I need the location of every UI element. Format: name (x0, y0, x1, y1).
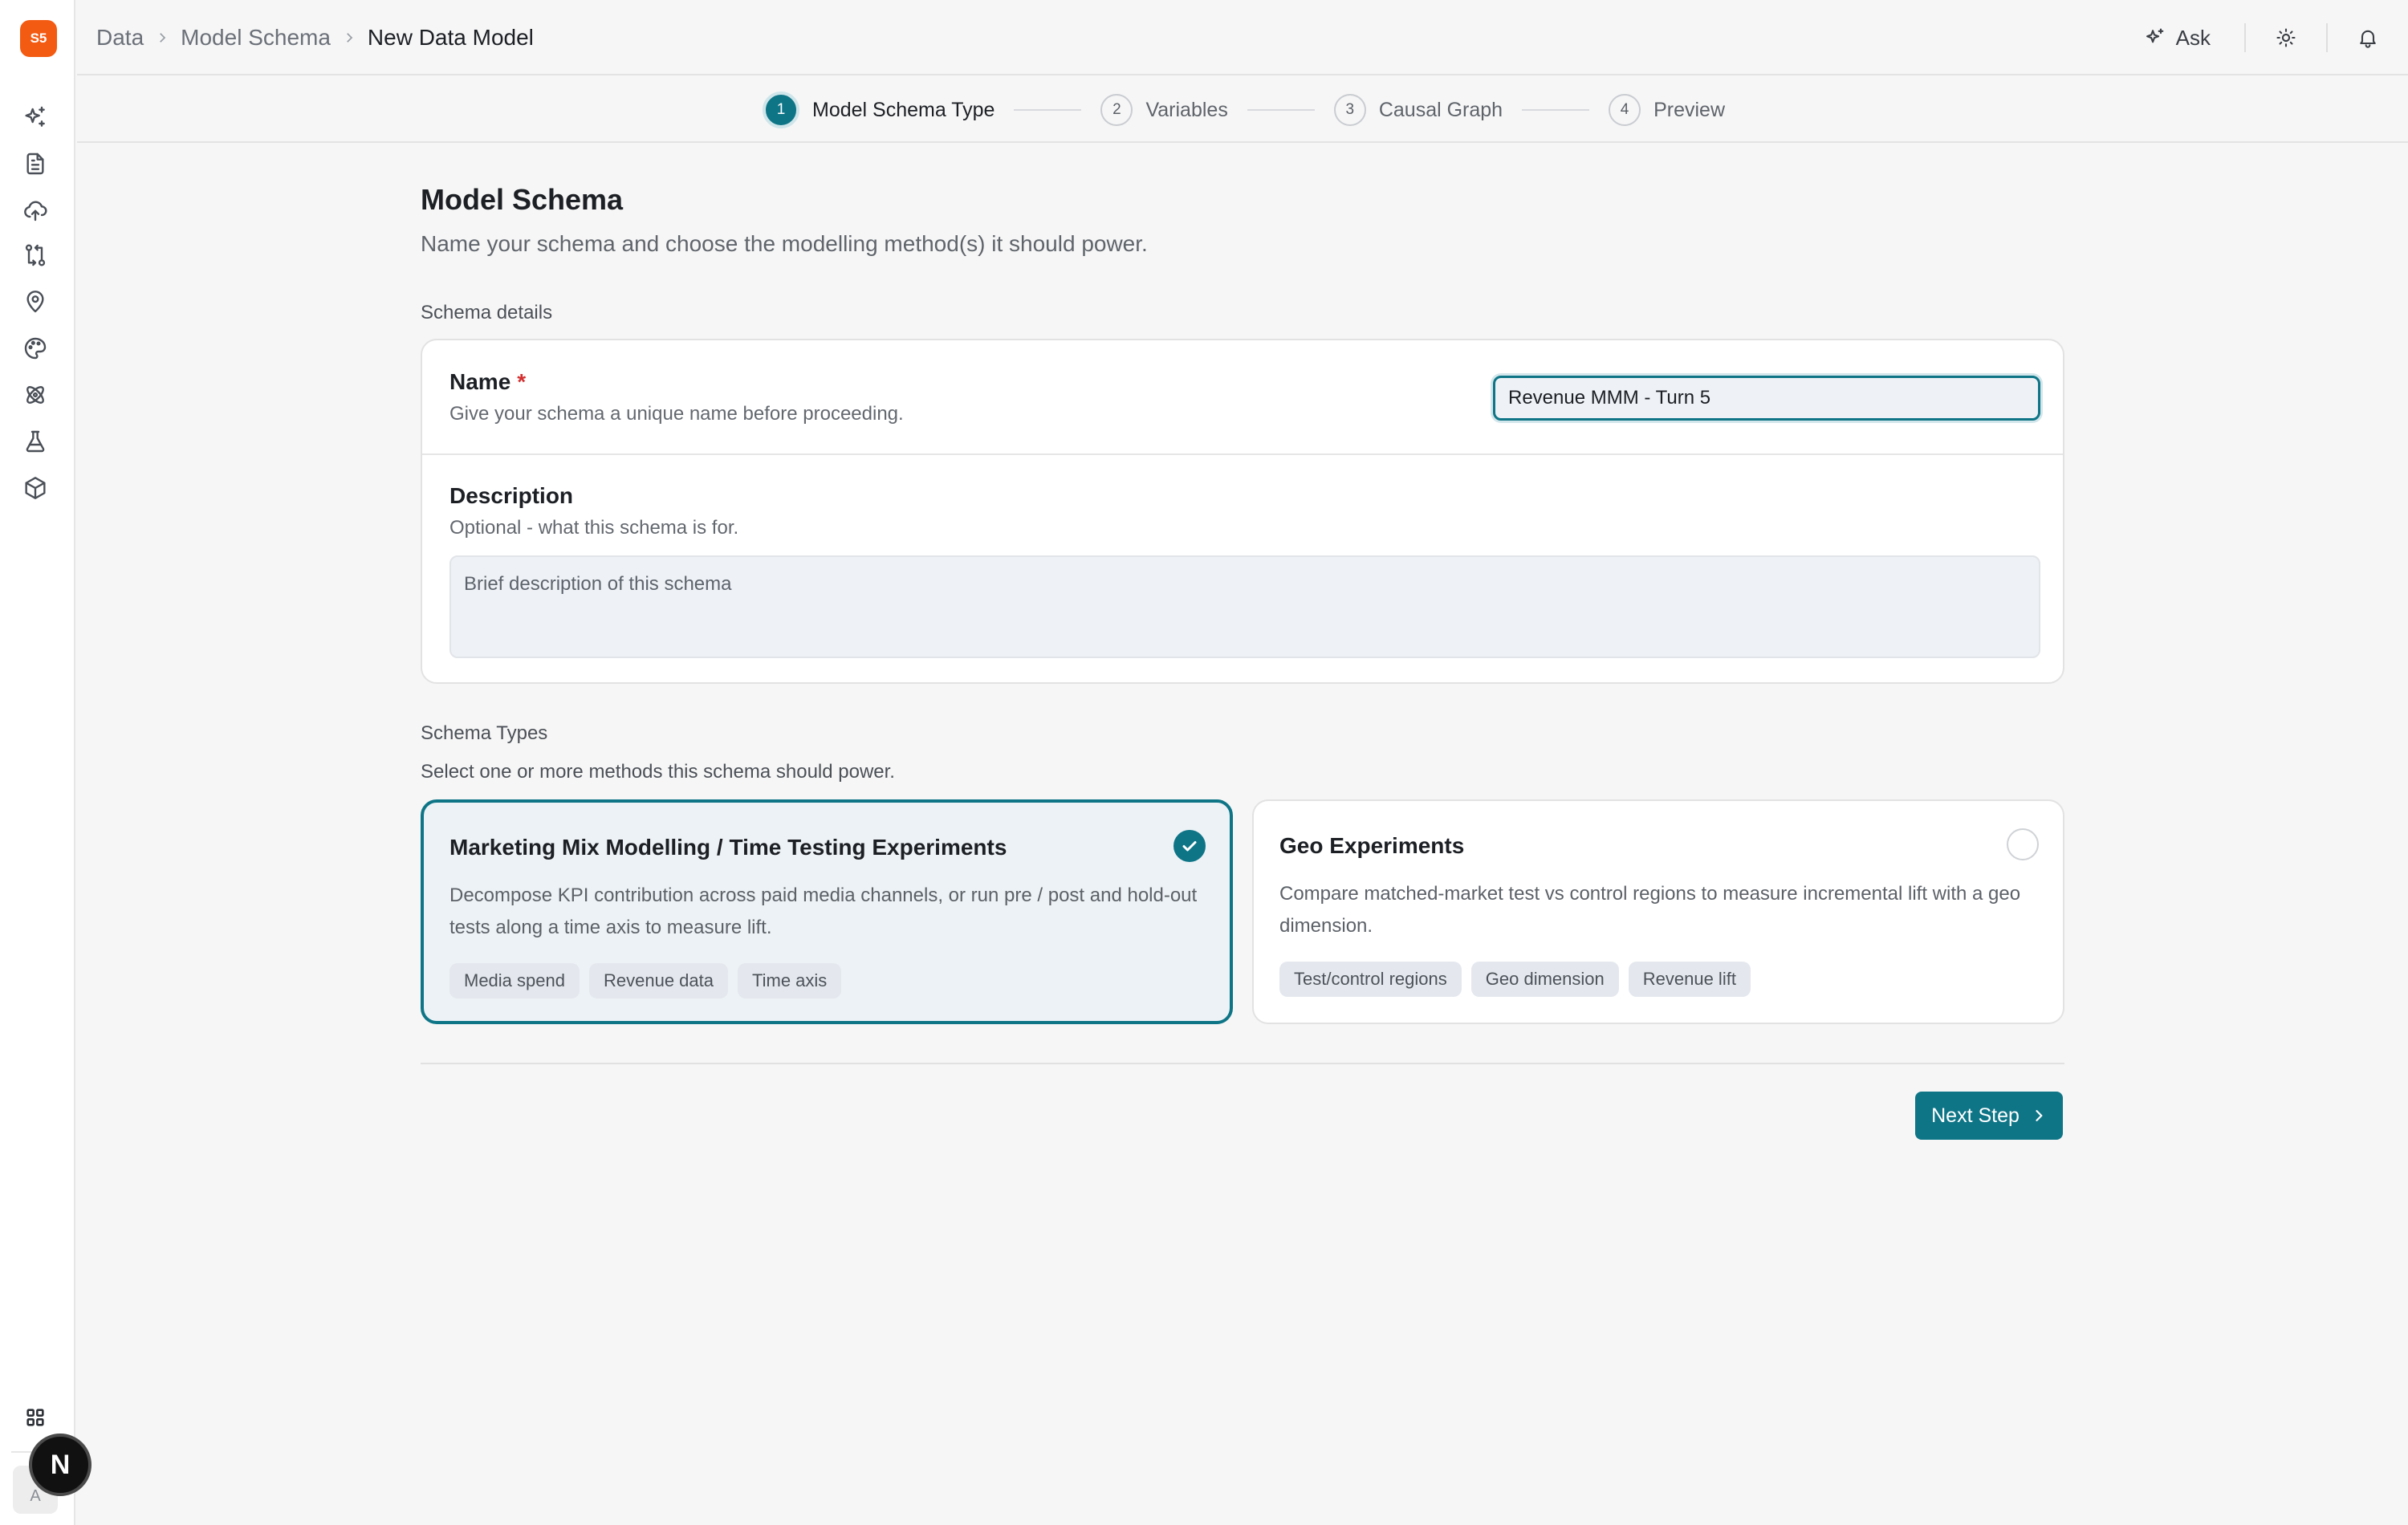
cube-icon[interactable] (21, 474, 50, 502)
sun-icon (2276, 28, 2296, 47)
header-divider (2244, 23, 2246, 52)
step-label: Causal Graph (1378, 98, 1503, 121)
chip: Revenue data (588, 963, 728, 998)
description-textarea[interactable] (449, 555, 2040, 658)
step-number: 4 (1609, 94, 1641, 126)
card-description: Compare matched-market test vs control r… (1279, 883, 2021, 937)
step-label: Preview (1653, 98, 1725, 121)
header-divider (2326, 23, 2328, 52)
step-label: Model Schema Type (812, 98, 995, 121)
breadcrumb: Data Model Schema New Data Model (96, 0, 534, 75)
left-sidebar: S5 A N (0, 0, 92, 1525)
palette-icon[interactable] (21, 334, 50, 363)
notifications-button[interactable] (2352, 22, 2384, 54)
top-bar: Data Model Schema New Data Model Ask (77, 0, 2408, 75)
schema-types-help: Select one or more methods this schema s… (421, 761, 895, 783)
card-description: Decompose KPI contribution across paid m… (449, 885, 1198, 938)
next-step-button[interactable]: Next Step (1915, 1092, 2063, 1140)
ask-button[interactable]: Ask (2134, 26, 2220, 51)
chevron-right-icon (160, 33, 166, 43)
card-checkbox[interactable] (2007, 828, 2039, 860)
page-subtitle: Name your schema and choose the modellin… (421, 231, 1148, 256)
atom-icon[interactable] (21, 380, 50, 409)
sparkles-icon (2146, 28, 2164, 43)
step-number: 3 (1333, 94, 1366, 126)
map-pin-icon[interactable] (21, 287, 50, 316)
page-title: Model Schema (421, 183, 624, 216)
schema-details-card: Name * Give your schema a unique name bef… (421, 339, 2064, 684)
step-variables[interactable]: 2 Variables (1100, 94, 1228, 126)
chip: Time axis (737, 963, 842, 998)
bell-icon (2360, 30, 2376, 48)
schema-type-card-mmm[interactable]: Marketing Mix Modelling / Time Testing E… (421, 799, 1233, 1024)
card-checkbox[interactable] (1173, 830, 1206, 862)
schema-type-card-geo[interactable]: Geo Experiments Compare matched-market t… (1252, 799, 2064, 1024)
sparkles-icon[interactable] (21, 103, 50, 132)
row-divider (422, 453, 2063, 455)
check-icon (1182, 841, 1197, 852)
required-marker: * (517, 369, 527, 394)
chip: Geo dimension (1470, 962, 1619, 997)
step-connector (1014, 109, 1082, 111)
theme-toggle-button[interactable] (2270, 22, 2302, 54)
app-logo[interactable]: S5 (20, 20, 57, 57)
header-actions: Ask (2134, 0, 2384, 75)
step-model-schema-type[interactable]: 1 Model Schema Type (763, 92, 995, 128)
chevron-right-icon (347, 33, 353, 43)
chevron-right-icon (2036, 1110, 2043, 1121)
card-title: Geo Experiments (1279, 833, 1465, 858)
breadcrumb-current: New Data Model (367, 25, 534, 50)
grid-icon[interactable] (18, 1401, 53, 1434)
ask-label: Ask (2175, 25, 2211, 50)
next-step-label: Next Step (1931, 1104, 2020, 1127)
chip: Test/control regions (1279, 962, 1462, 997)
document-icon[interactable] (21, 149, 50, 178)
cloud-upload-icon[interactable] (21, 196, 50, 225)
chip: Media spend (449, 963, 580, 998)
card-chips: Test/control regions Geo dimension Reven… (1279, 962, 1751, 997)
description-field-help: Optional - what this schema is for. (449, 517, 739, 539)
step-number: 2 (1100, 94, 1133, 126)
breadcrumb-data[interactable]: Data (96, 25, 144, 51)
name-label-text: Name (449, 369, 511, 394)
step-label: Variables (1145, 98, 1228, 121)
breadcrumb-model-schema[interactable]: Model Schema (181, 25, 331, 51)
footer-divider (421, 1063, 2064, 1064)
git-compare-icon[interactable] (21, 241, 50, 270)
step-number: 1 (763, 92, 799, 128)
flask-icon[interactable] (21, 427, 50, 456)
step-causal-graph[interactable]: 3 Causal Graph (1333, 94, 1503, 126)
stepper: 1 Model Schema Type 2 Variables 3 Causal… (77, 77, 2408, 143)
description-field-label: Description (449, 483, 574, 508)
schema-name-input[interactable] (1493, 376, 2040, 421)
chip: Revenue lift (1628, 962, 1751, 997)
n-badge[interactable]: N (29, 1434, 92, 1496)
card-chips: Media spend Revenue data Time axis (449, 963, 842, 998)
step-preview[interactable]: 4 Preview (1609, 94, 1725, 126)
step-connector (1522, 109, 1590, 111)
schema-details-label: Schema details (421, 302, 553, 323)
name-field-help: Give your schema a unique name before pr… (449, 403, 904, 425)
card-title: Marketing Mix Modelling / Time Testing E… (449, 835, 1007, 860)
schema-types-label: Schema Types (421, 722, 548, 744)
step-connector (1247, 109, 1315, 111)
name-field-label: Name * (449, 369, 526, 395)
